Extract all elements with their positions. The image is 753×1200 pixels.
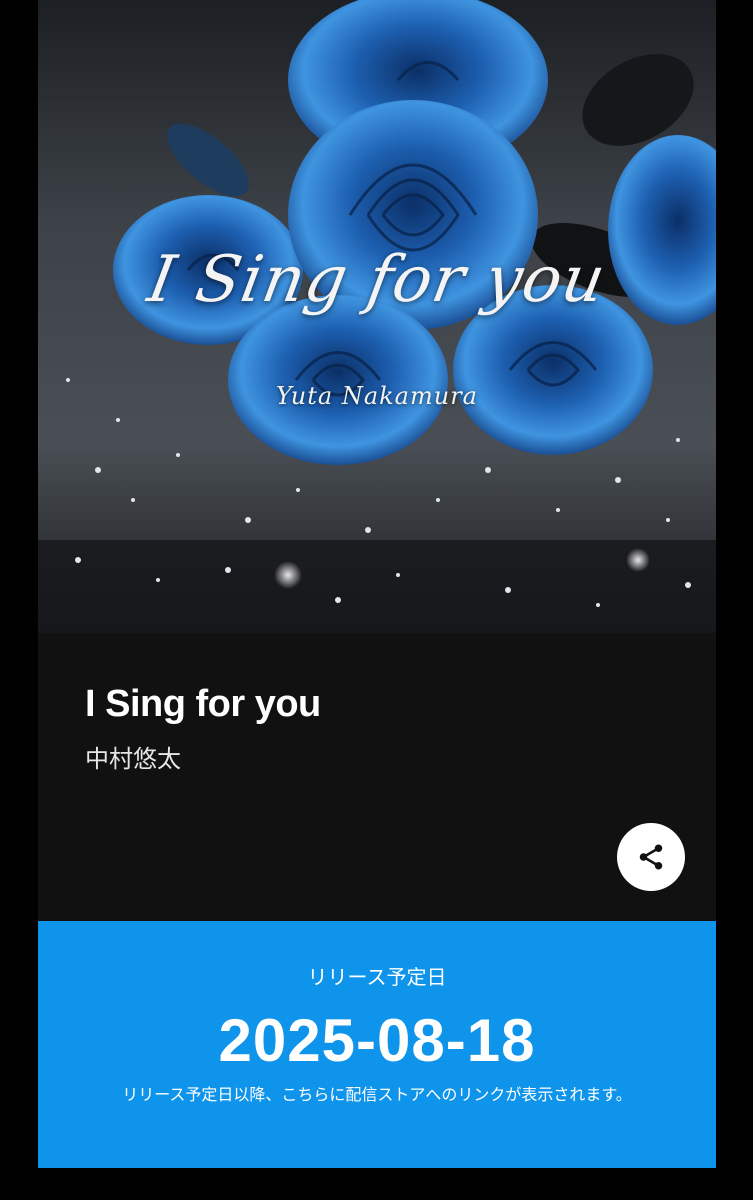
- release-panel: リリース予定日 2025-08-18 リリース予定日以降、こちらに配信ストアへの…: [38, 921, 716, 1168]
- release-date: 2025-08-18: [218, 1007, 536, 1074]
- release-note: リリース予定日以降、こちらに配信ストアへのリンクが表示されます。: [122, 1085, 632, 1104]
- cover-artist-text: Yuta Nakamura: [276, 382, 478, 410]
- cover-title-text: I Sing for you: [142, 243, 612, 317]
- release-card: I Sing for you Yuta Nakamura I Sing for …: [38, 0, 716, 1168]
- artist-name: 中村悠太: [85, 745, 181, 773]
- track-info: I Sing for you 中村悠太: [38, 633, 716, 921]
- cover-art: I Sing for you Yuta Nakamura: [38, 0, 716, 633]
- share-button[interactable]: [617, 823, 685, 891]
- share-icon: [639, 844, 663, 870]
- track-title: I Sing for you: [85, 683, 321, 725]
- release-label: リリース予定日: [307, 965, 447, 989]
